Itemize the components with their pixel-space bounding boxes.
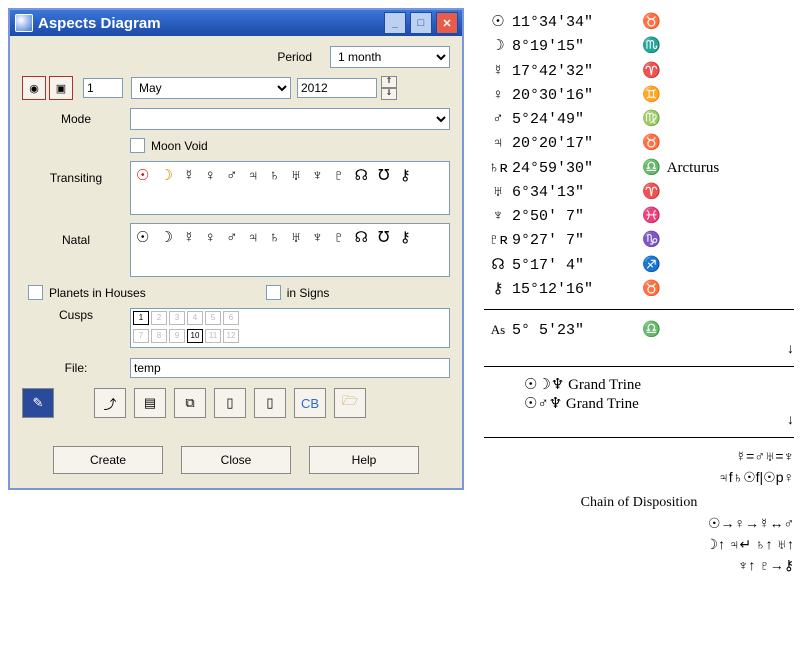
- chain-of-disposition: ☿=♂♅=♆ ♃f♄☉f|☉p♀ Chain of Disposition ☉→…: [484, 446, 794, 576]
- minimize-button[interactable]: _: [384, 12, 406, 34]
- down-arrow-icon: ↓: [484, 413, 794, 429]
- cusp-2[interactable]: 2: [151, 311, 167, 325]
- copy-icon-button[interactable]: ⧉: [174, 388, 206, 418]
- file-label: File:: [22, 361, 130, 375]
- divider: [484, 366, 794, 367]
- spin-up-icon[interactable]: ⇑: [381, 76, 397, 88]
- cusp-6[interactable]: 6: [223, 311, 239, 325]
- year-spin[interactable]: ⇑⇓: [381, 76, 397, 100]
- transiting-sun-icon[interactable]: ☉: [136, 167, 152, 184]
- cusp-4[interactable]: 4: [187, 311, 203, 325]
- open-icon-button[interactable]: 🗁: [334, 388, 366, 418]
- cusp-1[interactable]: 1: [133, 311, 149, 325]
- period-select[interactable]: 1 month: [330, 46, 450, 68]
- titlebar: Aspects Diagram _ □ ✕: [10, 10, 462, 36]
- moon-void-checkbox[interactable]: Moon Void: [130, 138, 208, 153]
- file-input[interactable]: [130, 358, 450, 378]
- cb-icon-button[interactable]: CB: [294, 388, 326, 418]
- cusp-11[interactable]: 11: [205, 329, 221, 343]
- close-button[interactable]: Close: [181, 446, 291, 474]
- cusp-8[interactable]: 8: [151, 329, 167, 343]
- mode-select[interactable]: [130, 108, 450, 130]
- in-signs-checkbox[interactable]: in Signs: [266, 285, 330, 300]
- cusp-12[interactable]: 12: [223, 329, 239, 343]
- spin-down-icon[interactable]: ⇓: [381, 88, 397, 100]
- cusp-5[interactable]: 5: [205, 311, 221, 325]
- cusps-box[interactable]: 1 2 3 4 5 6 7 8 9 10 11 12: [130, 308, 450, 348]
- planet-positions-list: ☉11°34'34"♉ ☽ 8°19'15"♏ ☿17°42'32"♈ ♀20°…: [484, 10, 794, 301]
- year-input[interactable]: [297, 78, 377, 98]
- down-arrow-icon: ↓: [484, 342, 794, 358]
- period-label: Period: [277, 50, 312, 64]
- natal-planets-box[interactable]: ☉ ☽ ☿ ♀ ♂ ♃ ♄ ♅ ♆ ♇ ☊ ℧ ⚷: [130, 223, 450, 277]
- close-window-button[interactable]: ✕: [436, 12, 458, 34]
- day-input[interactable]: [83, 78, 123, 98]
- export-icon-button[interactable]: ⤴: [94, 388, 126, 418]
- page-icon-button[interactable]: ▤: [134, 388, 166, 418]
- create-button[interactable]: Create: [53, 446, 163, 474]
- cusps-label: Cusps: [22, 308, 130, 322]
- app-icon: [15, 14, 33, 32]
- transiting-moon-icon[interactable]: ☽: [152, 167, 176, 184]
- maximize-button[interactable]: □: [410, 12, 432, 34]
- natal-label: Natal: [22, 223, 130, 247]
- cusp-7[interactable]: 7: [133, 329, 149, 343]
- aspect-patterns: ☉☽♆ Grand Trine ☉♂♆ Grand Trine: [524, 375, 794, 413]
- planets-in-houses-checkbox[interactable]: Planets in Houses: [28, 285, 146, 300]
- aspects-diagram-window: Aspects Diagram _ □ ✕ Period 1 month ◉ ▣…: [8, 8, 464, 490]
- month-select[interactable]: May: [131, 77, 291, 99]
- transiting-rest[interactable]: ☿ ♀ ♂ ♃ ♄ ♅ ♆ ♇ ☊ ℧ ⚷: [176, 167, 414, 184]
- window-title: Aspects Diagram: [38, 15, 382, 32]
- transiting-planets-box[interactable]: ☉ ☽ ☿ ♀ ♂ ♃ ♄ ♅ ♆ ♇ ☊ ℧ ⚷: [130, 161, 450, 215]
- doc1-icon-button[interactable]: ▯: [214, 388, 246, 418]
- cusp-10[interactable]: 10: [187, 329, 203, 343]
- dialog-body: Period 1 month ◉ ▣ May ⇑⇓ Mode Moon Void: [10, 36, 462, 488]
- divider: [484, 309, 794, 310]
- chart-type-a-button[interactable]: ◉: [22, 76, 46, 100]
- chart-type-b-button[interactable]: ▣: [49, 76, 73, 100]
- cusp-9[interactable]: 9: [169, 329, 185, 343]
- cusp-3[interactable]: 3: [169, 311, 185, 325]
- divider: [484, 437, 794, 438]
- doc2-icon-button[interactable]: ▯: [254, 388, 286, 418]
- edit-icon-button[interactable]: ✎: [22, 388, 54, 418]
- mode-label: Mode: [22, 112, 130, 126]
- ephemeris-panel: ☉11°34'34"♉ ☽ 8°19'15"♏ ☿17°42'32"♈ ♀20°…: [484, 10, 794, 576]
- transiting-label: Transiting: [22, 161, 130, 185]
- help-button[interactable]: Help: [309, 446, 419, 474]
